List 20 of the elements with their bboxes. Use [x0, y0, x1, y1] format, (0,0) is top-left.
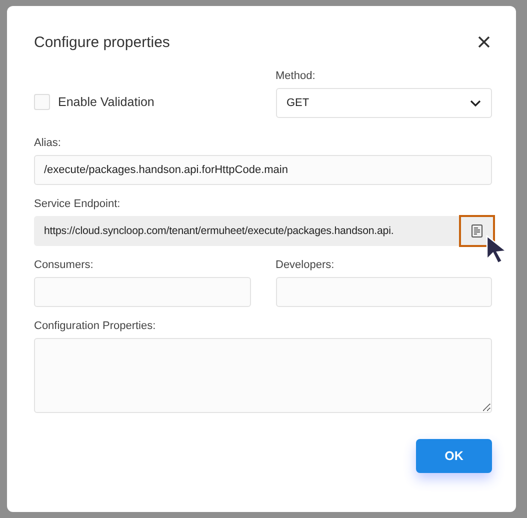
copy-icon	[471, 224, 483, 238]
chevron-down-icon	[470, 100, 481, 106]
field-label: Configuration Properties:	[34, 320, 156, 332]
field-label: Consumers:	[34, 259, 94, 271]
close-icon[interactable]	[478, 36, 490, 48]
dialog-title: Configure properties	[34, 34, 170, 50]
field-label: Alias:	[34, 137, 61, 149]
cursor-icon	[485, 235, 507, 265]
input-field[interactable]	[34, 277, 250, 307]
field-label: Developers:	[276, 259, 334, 271]
ok-button[interactable]: OK	[416, 439, 492, 473]
checkbox-label: Enable Validation	[58, 95, 154, 109]
copy-button[interactable]	[459, 215, 495, 247]
field-label: Service Endpoint:	[34, 198, 120, 210]
field-label: Method:	[276, 70, 316, 82]
input-field[interactable]	[276, 277, 492, 307]
text-area[interactable]	[34, 338, 492, 413]
input-field[interactable]: /execute/packages.handson.api.forHttpCode.main	[34, 155, 492, 185]
method-dropdown[interactable]: GET	[276, 88, 492, 118]
checkbox[interactable]	[34, 94, 50, 110]
